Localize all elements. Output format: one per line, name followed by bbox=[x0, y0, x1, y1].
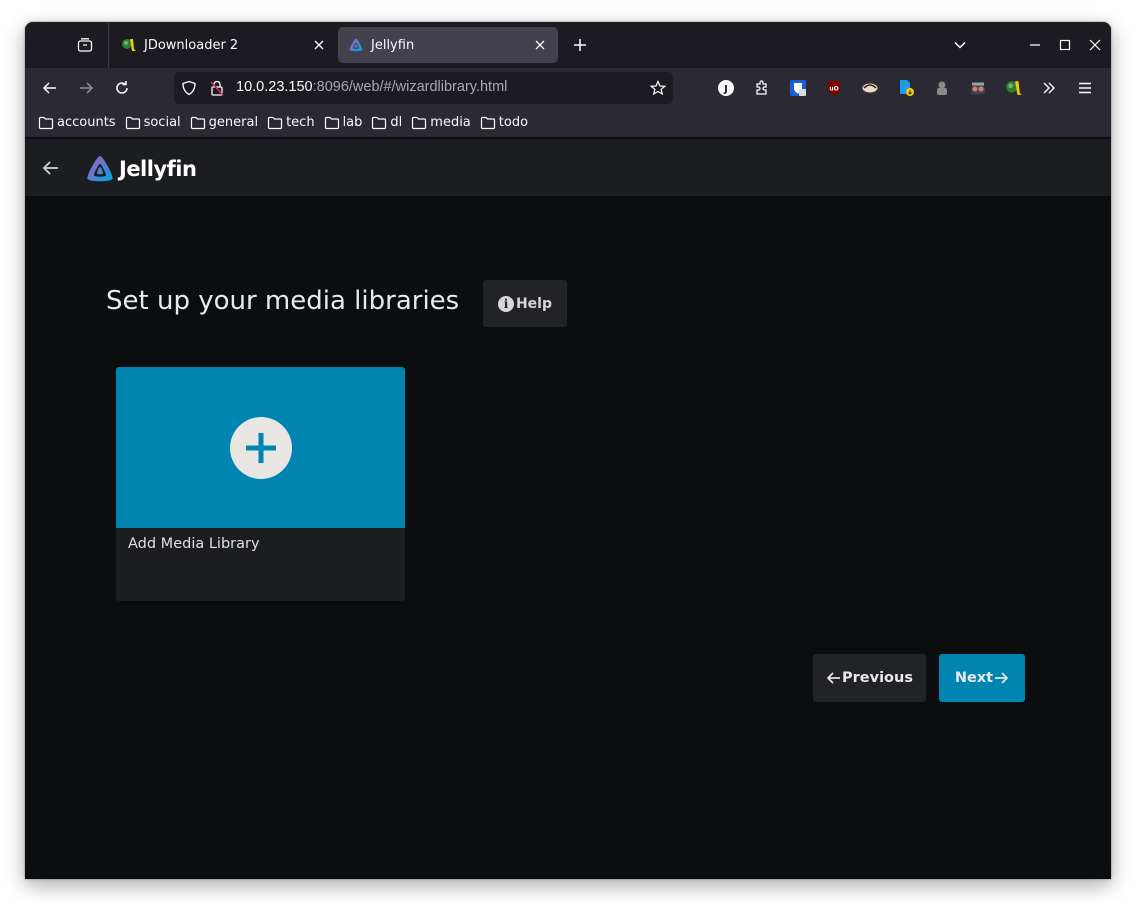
profile-j-icon[interactable]: J bbox=[716, 78, 736, 98]
arrow-left-icon bbox=[826, 672, 841, 684]
bookmark-label: general bbox=[208, 115, 259, 130]
svg-text:uO: uO bbox=[829, 86, 838, 93]
file-download-icon[interactable] bbox=[896, 78, 916, 98]
folder-icon bbox=[38, 116, 54, 129]
bookmark-label: tech bbox=[286, 115, 315, 130]
tracking-protection-shield-icon[interactable] bbox=[181, 80, 197, 96]
card-cover[interactable] bbox=[116, 367, 405, 528]
folder-icon bbox=[324, 116, 339, 129]
overflow-chevrons-icon[interactable] bbox=[1039, 78, 1059, 98]
menu-hamburger-icon[interactable] bbox=[1075, 78, 1095, 98]
profile-initial: J bbox=[723, 84, 728, 95]
bookmark-label: dl bbox=[390, 115, 403, 130]
browser-window: JDownloader 2 Jellyfin 10.0.23.150:8096/… bbox=[25, 22, 1111, 879]
maximize-icon[interactable] bbox=[1055, 35, 1075, 55]
bookmark-folder-dl[interactable]: dl bbox=[371, 115, 402, 130]
page-title: Set up your media libraries bbox=[106, 286, 460, 316]
bitwarden-icon[interactable] bbox=[788, 78, 808, 98]
navigation-toolbar: 10.0.23.150:8096/web/#/wizardlibrary.htm… bbox=[25, 68, 1111, 108]
privacy-badger-icon[interactable] bbox=[968, 78, 988, 98]
app-back-arrow-icon[interactable] bbox=[39, 156, 63, 180]
folder-icon bbox=[372, 116, 387, 129]
url-host: 10.0.23.150 bbox=[236, 79, 313, 95]
forward-icon[interactable] bbox=[74, 76, 98, 100]
close-tab-icon[interactable] bbox=[532, 37, 548, 53]
bookmark-folder-social[interactable]: social bbox=[125, 115, 181, 130]
address-bar[interactable]: 10.0.23.150:8096/web/#/wizardlibrary.htm… bbox=[174, 72, 673, 104]
tab-title: JDownloader 2 bbox=[144, 37, 239, 53]
bookmark-folder-todo[interactable]: todo bbox=[480, 115, 528, 130]
jellyfin-logo[interactable]: Jellyfin bbox=[84, 153, 197, 185]
wizard-content: Set up your media libraries i Help Add M… bbox=[25, 196, 1111, 879]
bookmark-label: media bbox=[430, 115, 471, 130]
jellyfin-icon bbox=[87, 156, 113, 182]
next-label: Next bbox=[954, 670, 994, 686]
tampermonkey-like-icon[interactable] bbox=[860, 78, 880, 98]
card-label: Add Media Library bbox=[128, 536, 260, 552]
extensions-puzzle-icon[interactable] bbox=[752, 78, 772, 98]
url-path: :8096/web/#/wizardlibrary.html bbox=[312, 79, 508, 95]
folder-icon bbox=[267, 116, 283, 129]
folder-icon bbox=[480, 116, 495, 129]
tab-jellyfin[interactable]: Jellyfin bbox=[338, 27, 558, 63]
previous-label: Previous bbox=[842, 670, 913, 686]
jellyfin-icon bbox=[348, 37, 364, 53]
help-button[interactable]: i Help bbox=[483, 280, 567, 327]
close-window-icon[interactable] bbox=[1085, 35, 1105, 55]
add-icon bbox=[229, 416, 292, 479]
brand-name: Jellyfin bbox=[119, 157, 197, 181]
tab-separator bbox=[108, 22, 109, 68]
jdownloader-icon bbox=[121, 37, 137, 53]
add-media-library-card[interactable]: Add Media Library bbox=[116, 367, 405, 601]
bookmark-label: todo bbox=[498, 115, 529, 130]
bookmark-label: social bbox=[143, 115, 181, 130]
bookmark-folder-lab[interactable]: lab bbox=[324, 115, 363, 130]
new-tab-icon[interactable] bbox=[570, 35, 590, 55]
minimize-icon[interactable] bbox=[1025, 35, 1045, 55]
folder-icon bbox=[125, 116, 140, 129]
arrow-right-icon bbox=[995, 672, 1009, 684]
tab-jdownloader[interactable]: JDownloader 2 bbox=[111, 27, 337, 63]
ublock-origin-icon[interactable]: uO bbox=[824, 78, 844, 98]
insecure-lock-icon[interactable] bbox=[209, 80, 225, 96]
bookmark-folder-tech[interactable]: tech bbox=[267, 115, 315, 130]
tab-title: Jellyfin bbox=[371, 37, 415, 53]
firefox-view-icon[interactable] bbox=[75, 35, 95, 55]
previous-button[interactable]: Previous bbox=[813, 654, 926, 702]
info-icon: i bbox=[497, 295, 514, 312]
back-icon[interactable] bbox=[38, 76, 62, 100]
ghostery-icon[interactable] bbox=[932, 78, 952, 98]
help-label: Help bbox=[515, 295, 553, 312]
bookmark-label: lab bbox=[342, 115, 363, 130]
bookmarks-toolbar: accounts social general tech lab dl medi… bbox=[25, 108, 1111, 138]
jdownloader-icon[interactable] bbox=[1004, 78, 1024, 98]
app-header: Jellyfin bbox=[25, 139, 1111, 196]
close-tab-icon[interactable] bbox=[311, 37, 327, 53]
bookmark-folder-accounts[interactable]: accounts bbox=[38, 115, 116, 130]
folder-icon bbox=[190, 116, 205, 129]
bookmark-folder-media[interactable]: media bbox=[411, 115, 471, 130]
tab-strip: JDownloader 2 Jellyfin bbox=[25, 22, 1111, 68]
bookmark-label: accounts bbox=[57, 115, 116, 130]
url-text[interactable]: 10.0.23.150:8096/web/#/wizardlibrary.htm… bbox=[236, 79, 507, 95]
list-all-tabs-chevron-icon[interactable] bbox=[950, 35, 970, 55]
reload-icon[interactable] bbox=[110, 76, 134, 100]
next-button[interactable]: Next bbox=[939, 654, 1025, 702]
bookmark-folder-general[interactable]: general bbox=[190, 115, 258, 130]
bookmark-star-icon[interactable] bbox=[649, 80, 667, 96]
folder-icon bbox=[412, 116, 427, 129]
